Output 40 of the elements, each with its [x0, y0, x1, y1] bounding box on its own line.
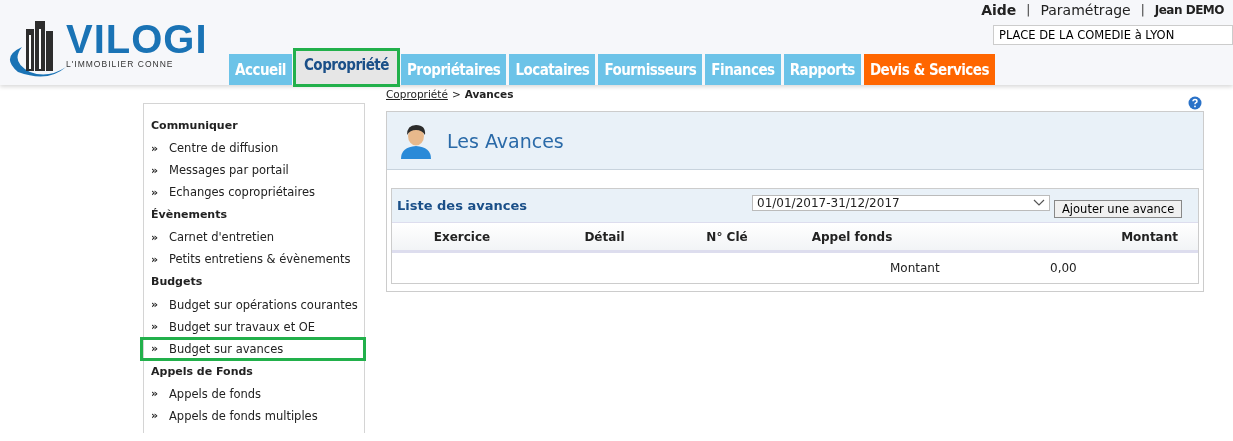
- column-header: Exercice: [432, 229, 492, 244]
- sidebar-item[interactable]: » Carnet d'entretien: [141, 226, 365, 249]
- table-cell-text: Montant: [890, 261, 941, 275]
- nav-tab[interactable]: Copropriété: [294, 50, 398, 85]
- column-header: Détail: [583, 229, 626, 244]
- separator-text: |: [1026, 3, 1031, 17]
- list-title: Liste des avances: [397, 198, 528, 213]
- column-header: N° Clé: [705, 229, 749, 244]
- sidebar-item[interactable]: » Budget sur avances: [141, 337, 365, 360]
- column-header: Appel fonds: [810, 229, 894, 244]
- sidebar-item[interactable]: » Budget sur travaux et OE: [141, 315, 365, 338]
- breadcrumb-separator: >: [451, 88, 461, 100]
- sidebar-section-title: Budgets: [150, 274, 204, 291]
- logo-tagline: L'IMMOBILIER CONNE: [66, 59, 175, 69]
- help-icon[interactable]: [1188, 96, 1202, 110]
- breadcrumb-current: Avances: [464, 88, 514, 100]
- period-select[interactable]: 01/01/2017-31/12/2017: [752, 194, 1050, 211]
- person-avatar-icon: [399, 122, 433, 159]
- sidebar-item[interactable]: » Messages par portail: [141, 159, 365, 182]
- building-field[interactable]: PLACE DE LA COMEDIE à LYON: [993, 25, 1233, 45]
- logo-wordmark: VILOGI: [66, 19, 209, 59]
- sidebar-item[interactable]: » Echanges copropriétaires: [141, 181, 365, 204]
- sidebar-item[interactable]: » Centre de diffusion: [141, 137, 365, 160]
- chevron-down-icon: [1033, 198, 1045, 207]
- column-header: Montant: [1120, 229, 1179, 244]
- sidebar-section-title: Appels de Fonds: [150, 363, 254, 380]
- user-name[interactable]: Jean DEMO: [1154, 3, 1224, 17]
- top-link[interactable]: Paramétrage: [1040, 2, 1131, 18]
- sidebar-item[interactable]: » Petits entretiens & évènements: [141, 248, 365, 271]
- sidebar-item[interactable]: » Budget sur opérations courantes: [141, 293, 365, 316]
- add-advance-button[interactable]: Ajouter une avance: [1054, 199, 1183, 218]
- separator-text: |: [1140, 3, 1145, 17]
- sidebar-section-title: Évènements: [150, 207, 228, 224]
- top-link[interactable]: Aide: [981, 2, 1017, 18]
- sidebar-item[interactable]: » Appels de fonds multiples: [141, 404, 365, 427]
- page-title: Les Avances: [447, 129, 564, 152]
- table-cell-text: 0,00: [1050, 261, 1078, 275]
- sidebar-section-title: Communiquer: [150, 118, 239, 134]
- sidebar-item[interactable]: » Appels de fonds: [141, 382, 365, 405]
- breadcrumb-link[interactable]: Copropriété: [386, 88, 448, 100]
